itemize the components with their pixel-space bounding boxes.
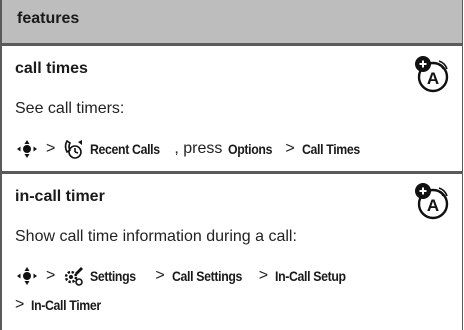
section-divider <box>0 171 463 174</box>
path-separator: > <box>15 296 25 313</box>
recent-calls-icon <box>65 139 83 159</box>
menu-path-in-call-timer: > Settings > Call Settings > In-Call Set… <box>15 265 355 287</box>
menu-item-call-times: Call Times <box>301 141 360 157</box>
section-description-in-call-timer: Show call time information during a call… <box>15 228 297 245</box>
path-separator: > <box>258 267 269 284</box>
menu-item-settings: Settings <box>90 268 137 284</box>
svg-text:A: A <box>427 196 439 215</box>
network-dependent-icon: A <box>415 56 449 93</box>
settings-icon <box>65 267 84 286</box>
menu-item-options: Options <box>228 141 273 157</box>
menu-item-in-call-setup: In-Call Setup <box>275 268 346 284</box>
path-separator: > <box>155 267 165 284</box>
section-description-call-times: See call timers: <box>15 100 125 117</box>
section-title-in-call-timer: in-call timer <box>15 188 105 205</box>
menu-path-call-times: > Recent Calls , press Options > Call Ti… <box>15 138 367 160</box>
nav-key-icon <box>17 267 37 285</box>
svg-text:A: A <box>427 69 439 88</box>
menu-item-call-settings: Call Settings <box>171 268 242 284</box>
menu-item-in-call-timer: In-Call Timer <box>31 297 102 313</box>
section-title-call-times: call times <box>15 60 88 77</box>
menu-item-recent-calls: Recent Calls <box>90 141 161 157</box>
press-text: , press <box>174 140 223 157</box>
menu-path-in-call-timer-continued: > In-Call Timer <box>15 294 111 316</box>
network-dependent-icon: A <box>415 183 449 220</box>
feature-page: features call times A See call timers: > <box>0 0 464 330</box>
path-separator: > <box>46 140 56 157</box>
path-separator: > <box>46 267 56 284</box>
path-separator: > <box>285 140 295 157</box>
header-title: features <box>17 10 80 27</box>
header-divider <box>0 43 463 46</box>
nav-key-icon <box>17 140 37 158</box>
table-header: features <box>0 0 463 43</box>
